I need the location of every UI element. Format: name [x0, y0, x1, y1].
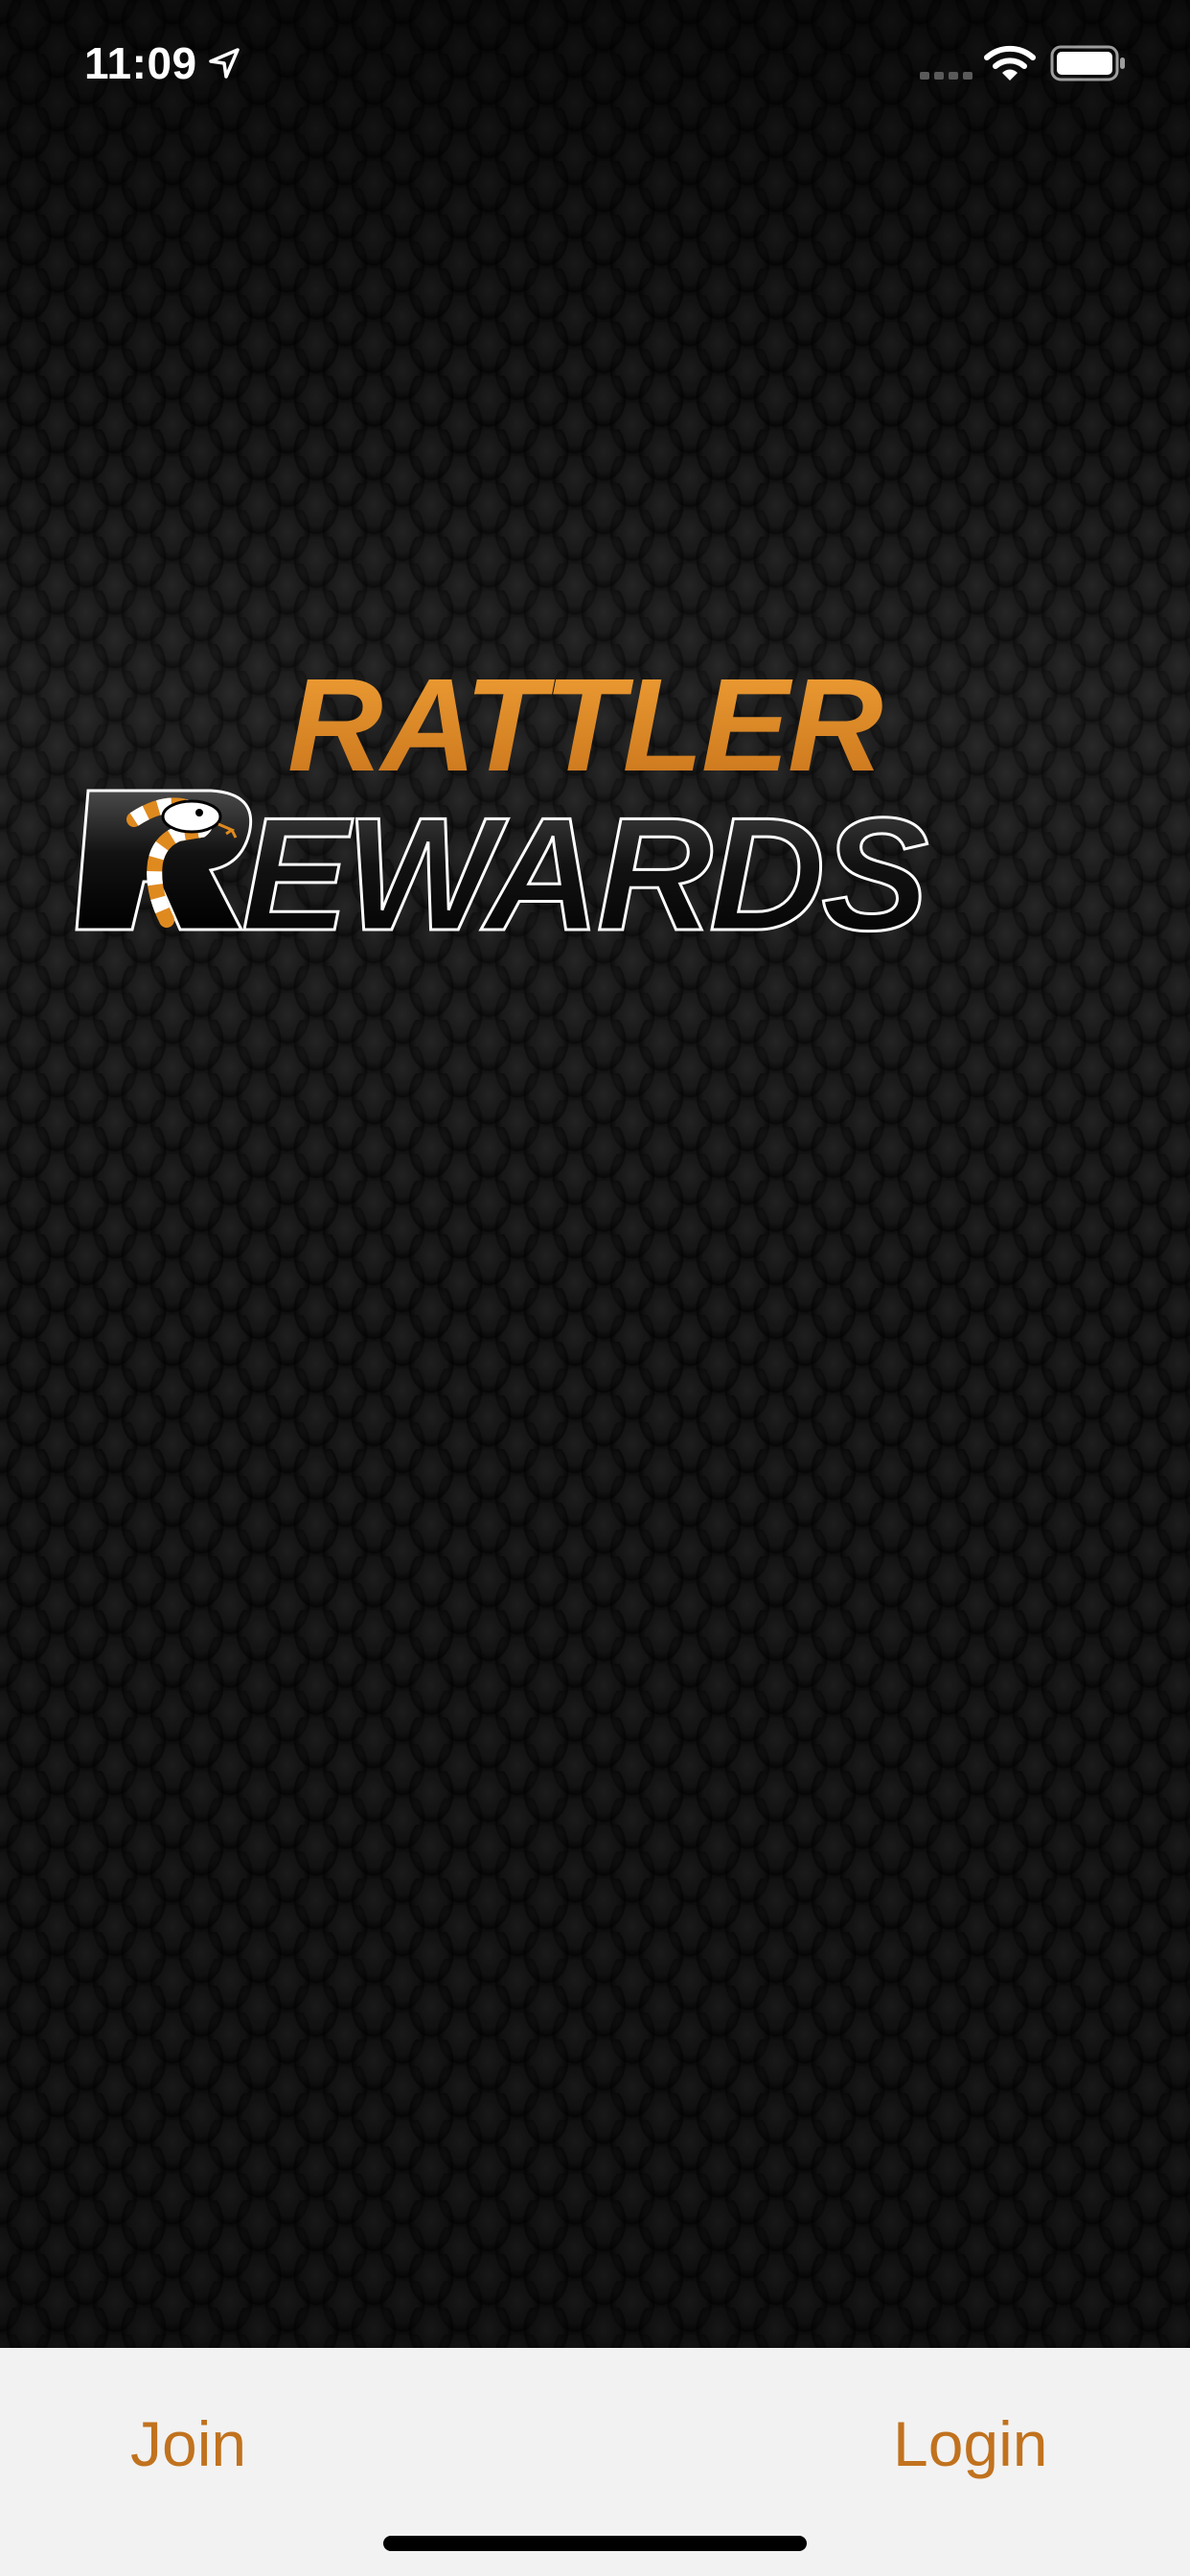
status-time: 11:09: [84, 38, 197, 88]
rattler-rewards-logo: RATTLER EWARDS: [67, 642, 1131, 949]
rattlesnake-icon: [75, 789, 253, 932]
signal-icon: [920, 69, 973, 80]
home-indicator[interactable]: [383, 2536, 807, 2551]
snakeskin-background: [0, 0, 1190, 2348]
location-arrow-icon: [207, 46, 241, 80]
join-button[interactable]: Join: [130, 2405, 246, 2482]
status-bar: 11:09: [0, 0, 1190, 126]
battery-icon: [1050, 44, 1127, 82]
login-button[interactable]: Login: [893, 2405, 1048, 2482]
logo-rewards-text: EWARDS: [241, 784, 927, 949]
bottom-bar: Join Login: [0, 2348, 1190, 2576]
logo-rattler-text: RATTLER: [287, 652, 882, 799]
wifi-icon: [983, 42, 1037, 82]
